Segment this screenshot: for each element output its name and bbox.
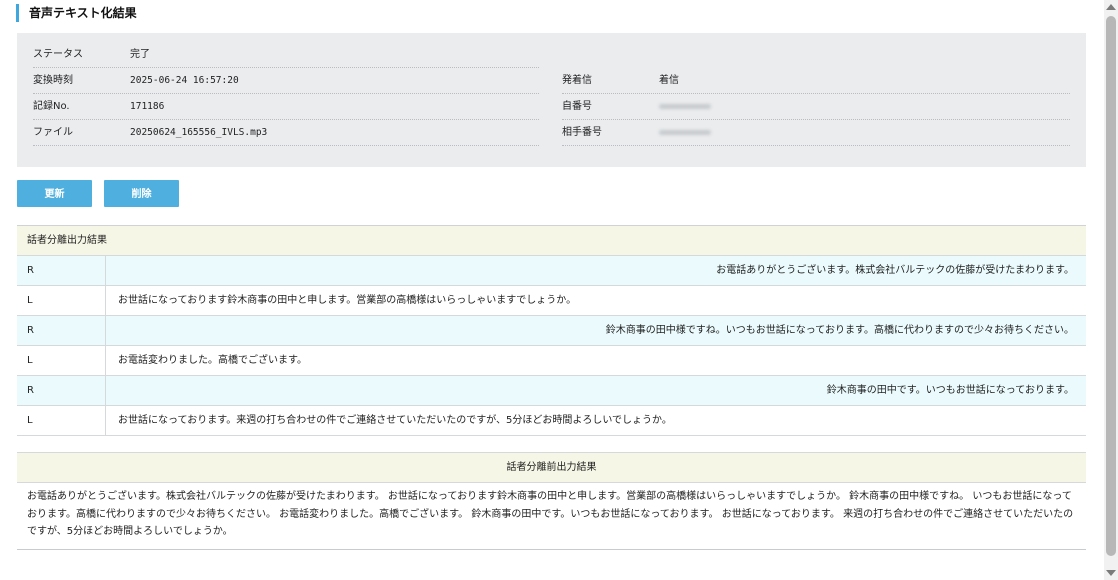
diarization-row: L お世話になっております鈴木商事の田中と申します。営業部の高橋様はいらっしゃい… bbox=[17, 286, 1086, 316]
utterance-cell: 鈴木商事の田中です。いつもお世話になっております。 bbox=[106, 376, 1086, 405]
own-number-row: 自番号 bbox=[562, 94, 1070, 120]
status-row: ステータス 完了 bbox=[33, 42, 539, 68]
pre-diarization-title: 話者分離前出力結果 bbox=[17, 452, 1086, 483]
main-content: 音声テキスト化結果 ステータス 完了 変換時刻 2025-06-24 16:57… bbox=[0, 0, 1104, 580]
utterance-cell: お電話変わりました。高橋でございます。 bbox=[118, 355, 307, 366]
page-title: 音声テキスト化結果 bbox=[16, 4, 137, 22]
converted-at-row: 変換時刻 2025-06-24 16:57:20 bbox=[33, 68, 539, 94]
direction-label: 発着信 bbox=[562, 75, 592, 86]
pre-diarization-section: 話者分離前出力結果 お電話ありがとうございます。株式会社バルテックの佐藤が受けた… bbox=[17, 452, 1086, 550]
speaker-cell: R bbox=[17, 376, 106, 405]
other-number-label: 相手番号 bbox=[562, 127, 602, 138]
converted-at-value: 2025-06-24 16:57:20 bbox=[130, 75, 239, 86]
utterance-cell: お世話になっております。来週の打ち合わせの件でご連絡させていただいたのですが、5… bbox=[118, 415, 672, 426]
record-no-row: 記録No. 171186 bbox=[33, 94, 539, 120]
own-number-label: 自番号 bbox=[562, 101, 592, 112]
file-value: 20250624_165556_IVLS.mp3 bbox=[130, 127, 268, 138]
other-number-row: 相手番号 bbox=[562, 120, 1070, 146]
diarization-row: L お世話になっております。来週の打ち合わせの件でご連絡させていただいたのですが… bbox=[17, 406, 1086, 436]
pre-diarization-text: お電話ありがとうございます。株式会社バルテックの佐藤が受けたまわります。 お世話… bbox=[17, 483, 1086, 550]
call-info-panel: ステータス 完了 変換時刻 2025-06-24 16:57:20 記録No. … bbox=[17, 33, 1086, 167]
update-button[interactable]: 更新 bbox=[17, 180, 92, 207]
file-row: ファイル 20250624_165556_IVLS.mp3 bbox=[33, 120, 539, 146]
diarization-row: R 鈴木商事の田中様ですね。いつもお世話になっております。高橋に代わりますので少… bbox=[17, 316, 1086, 346]
direction-value: 着信 bbox=[659, 75, 679, 86]
utterance-cell: 鈴木商事の田中様ですね。いつもお世話になっております。高橋に代わりますので少々お… bbox=[106, 316, 1086, 345]
diarization-title: 話者分離出力結果 bbox=[17, 226, 1086, 256]
scroll-down-arrow-icon[interactable] bbox=[1106, 570, 1116, 576]
converted-at-label: 変換時刻 bbox=[33, 75, 73, 86]
speaker-cell: L bbox=[17, 346, 106, 375]
record-no-value: 171186 bbox=[130, 101, 165, 112]
speaker-cell: L bbox=[17, 286, 106, 315]
utterance-cell: お世話になっております鈴木商事の田中と申します。営業部の高橋様はいらっしゃいます… bbox=[118, 295, 577, 306]
utterance-cell: お電話ありがとうございます。株式会社バルテックの佐藤が受けたまわります。 bbox=[106, 256, 1086, 285]
diarization-row: R お電話ありがとうございます。株式会社バルテックの佐藤が受けたまわります。 bbox=[17, 256, 1086, 286]
vertical-scrollbar[interactable] bbox=[1104, 0, 1118, 580]
scroll-up-arrow-icon[interactable] bbox=[1106, 4, 1116, 10]
record-no-label: 記録No. bbox=[33, 101, 70, 112]
diarization-table: 話者分離出力結果 R お電話ありがとうございます。株式会社バルテックの佐藤が受け… bbox=[17, 225, 1086, 436]
speaker-cell: L bbox=[17, 406, 106, 435]
file-label: ファイル bbox=[33, 127, 73, 138]
own-number-redacted bbox=[659, 104, 711, 109]
speaker-cell: R bbox=[17, 256, 106, 285]
other-number-redacted bbox=[659, 130, 711, 135]
direction-row: 発着信 着信 bbox=[562, 68, 1070, 94]
diarization-row: R 鈴木商事の田中です。いつもお世話になっております。 bbox=[17, 376, 1086, 406]
speaker-cell: R bbox=[17, 316, 106, 345]
scrollbar-thumb[interactable] bbox=[1106, 16, 1116, 556]
diarization-row: L お電話変わりました。高橋でございます。 bbox=[17, 346, 1086, 376]
status-value: 完了 bbox=[130, 49, 150, 60]
delete-button[interactable]: 削除 bbox=[104, 180, 179, 207]
status-label: ステータス bbox=[33, 49, 83, 60]
